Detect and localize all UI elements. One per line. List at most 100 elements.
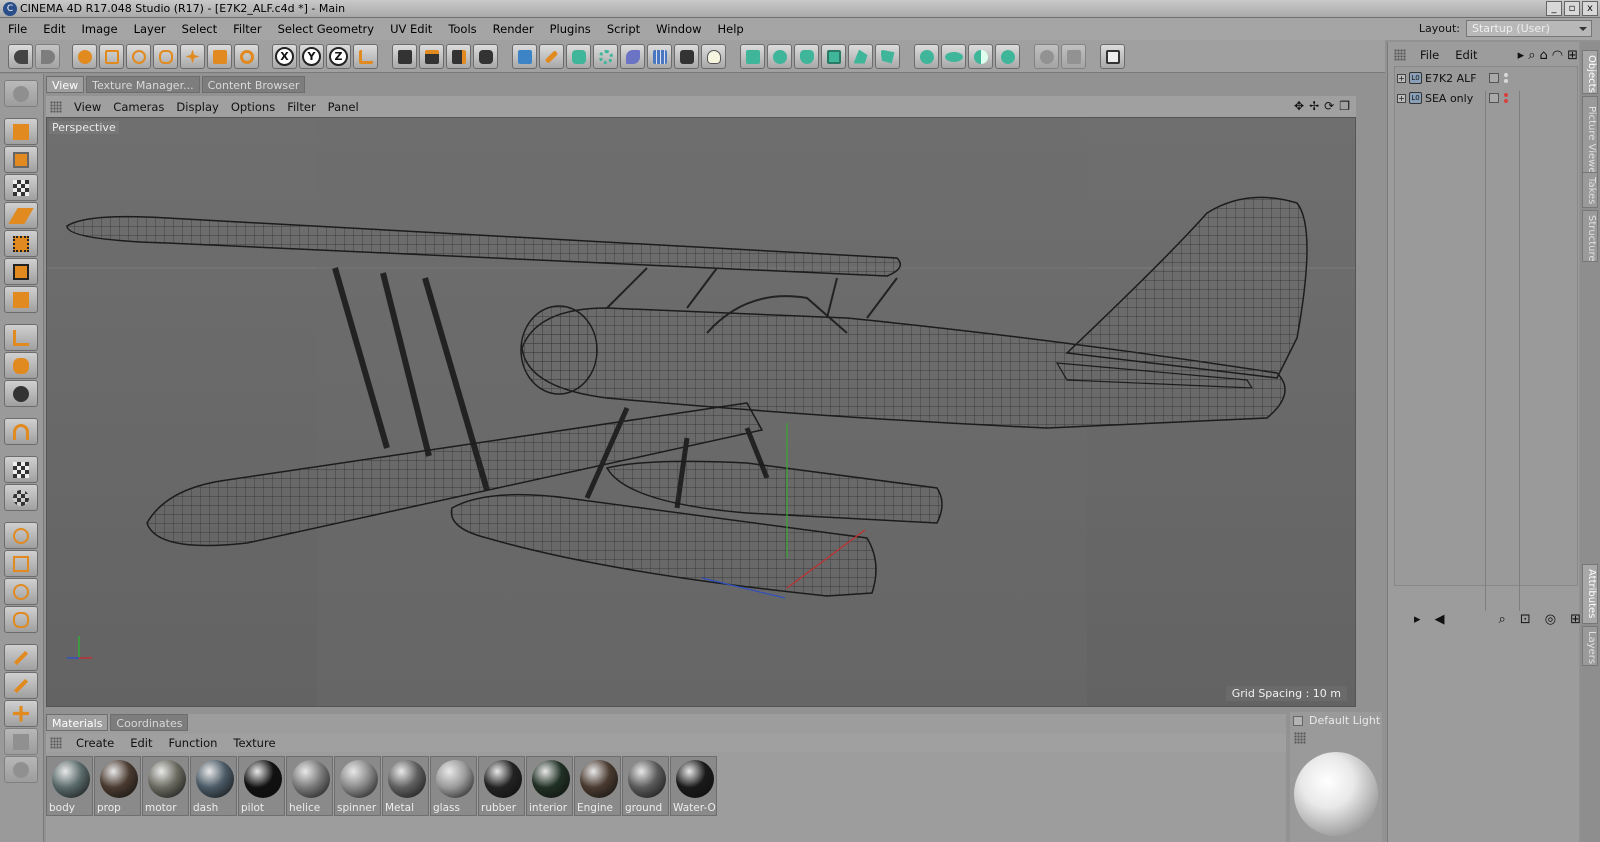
- tool-green-7-button[interactable]: [914, 44, 939, 69]
- move-tool-button[interactable]: [4, 700, 38, 727]
- menu-select[interactable]: Select: [174, 22, 225, 36]
- rotate-button[interactable]: [234, 44, 259, 69]
- left-lasso-select-button[interactable]: [4, 578, 38, 605]
- menu-render[interactable]: Render: [485, 22, 542, 36]
- editor-dot[interactable]: [1504, 93, 1508, 97]
- material-swatch[interactable]: motor: [142, 756, 189, 816]
- tool-green-2-button[interactable]: [767, 44, 792, 69]
- object-row[interactable]: + L0 E7K2 ALF: [1397, 69, 1477, 87]
- x-axis-toggle[interactable]: X: [272, 44, 297, 69]
- obj-menu-edit[interactable]: Edit: [1447, 48, 1485, 62]
- grip-icon[interactable]: [50, 100, 62, 113]
- snap-button[interactable]: [4, 418, 38, 445]
- menu-select-geometry[interactable]: Select Geometry: [270, 22, 382, 36]
- material-swatch[interactable]: Engine: [574, 756, 621, 816]
- zoom-icon[interactable]: ✢: [1309, 99, 1319, 113]
- texture-mode-button[interactable]: [4, 174, 38, 201]
- menu-edit[interactable]: Edit: [35, 22, 73, 36]
- side-tab-structure[interactable]: Structure: [1582, 210, 1598, 262]
- camera-button[interactable]: [674, 44, 699, 69]
- pen-spline-button[interactable]: [539, 44, 564, 69]
- edges-mode-button[interactable]: [4, 258, 38, 285]
- axis-mode-button[interactable]: [4, 324, 38, 351]
- material-swatch[interactable]: Water-O: [670, 756, 717, 816]
- tool-green-9-button[interactable]: [968, 44, 993, 69]
- menu-filter[interactable]: Filter: [225, 22, 269, 36]
- minimize-button[interactable]: _: [1546, 1, 1562, 16]
- points-mode-button[interactable]: [4, 230, 38, 257]
- render-dot[interactable]: [1504, 99, 1508, 103]
- disabled-tool-1-button[interactable]: [1034, 44, 1059, 69]
- material-swatch[interactable]: dash: [190, 756, 237, 816]
- light-button[interactable]: [701, 44, 726, 69]
- vp-menu-filter[interactable]: Filter: [281, 100, 321, 114]
- material-swatch[interactable]: pilot: [238, 756, 285, 816]
- vp-menu-cameras[interactable]: Cameras: [107, 100, 170, 114]
- mat-menu-function[interactable]: Function: [161, 736, 226, 750]
- tool-green-4-button[interactable]: [821, 44, 846, 69]
- workplane-lock-button[interactable]: [4, 456, 38, 483]
- left-poly-select-button[interactable]: [4, 606, 38, 633]
- vp-menu-view[interactable]: View: [68, 100, 107, 114]
- tool-green-5-button[interactable]: [848, 44, 873, 69]
- expand-toggle-icon[interactable]: +: [1397, 73, 1406, 83]
- expand-toggle-icon[interactable]: +: [1397, 93, 1406, 103]
- brush-button[interactable]: [4, 644, 38, 671]
- lasso-selection-button[interactable]: [126, 44, 151, 69]
- array-button[interactable]: [593, 44, 618, 69]
- locked-workplane-button[interactable]: [4, 484, 38, 511]
- vp-menu-panel[interactable]: Panel: [322, 100, 365, 114]
- floor-button[interactable]: [647, 44, 672, 69]
- default-light-checkbox[interactable]: [1293, 715, 1303, 726]
- tab-content-browser[interactable]: Content Browser: [201, 76, 306, 93]
- render-settings-button[interactable]: [473, 44, 498, 69]
- search-icon[interactable]: ⌕: [1528, 48, 1535, 63]
- cube-object-button[interactable]: [512, 44, 537, 69]
- render-view-button[interactable]: [392, 44, 417, 69]
- mat-menu-texture[interactable]: Texture: [225, 736, 283, 750]
- live-selection-button[interactable]: [72, 44, 97, 69]
- y-axis-toggle[interactable]: Y: [299, 44, 324, 69]
- visibility-toggle[interactable]: [1489, 73, 1499, 83]
- menu-image[interactable]: Image: [74, 22, 126, 36]
- side-tab-layers[interactable]: Layers: [1582, 626, 1598, 666]
- home-icon[interactable]: ⌂: [1539, 48, 1547, 63]
- new-window-icon[interactable]: ⊞: [1567, 48, 1578, 63]
- perspective-viewport[interactable]: Perspective Grid Spacing : 10 m: [46, 117, 1356, 707]
- menu-file[interactable]: File: [0, 22, 35, 36]
- tool-green-3-button[interactable]: [794, 44, 819, 69]
- fullscreen-button[interactable]: [1100, 44, 1125, 69]
- object-grip-icon[interactable]: [1394, 49, 1406, 61]
- maximize-button[interactable]: ▫: [1564, 1, 1580, 16]
- material-swatch[interactable]: interior: [526, 756, 573, 816]
- z-axis-toggle[interactable]: Z: [326, 44, 351, 69]
- polygons-mode-button[interactable]: [4, 286, 38, 313]
- tab-materials[interactable]: Materials: [46, 714, 109, 731]
- material-swatch[interactable]: ground: [622, 756, 669, 816]
- attr-arrow-icon[interactable]: ▸: [1414, 612, 1421, 627]
- render-dot[interactable]: [1504, 79, 1508, 83]
- side-tab-attributes[interactable]: Attributes: [1582, 564, 1598, 624]
- material-swatch[interactable]: rubber: [478, 756, 525, 816]
- menu-tools[interactable]: Tools: [440, 22, 484, 36]
- tool-green-1-button[interactable]: [740, 44, 765, 69]
- disabled-tool-2-button[interactable]: [1061, 44, 1086, 69]
- side-tab-objects[interactable]: Objects: [1582, 50, 1598, 94]
- coordinate-system-button[interactable]: [353, 44, 378, 69]
- disabled-left-1-button[interactable]: [4, 728, 38, 755]
- preview-grip-icon[interactable]: [1294, 732, 1306, 744]
- render-picture-viewer-button[interactable]: [419, 44, 444, 69]
- undo-button[interactable]: [8, 44, 33, 69]
- collapse-icon[interactable]: ◠: [1552, 48, 1563, 63]
- tab-view[interactable]: View: [46, 76, 85, 93]
- material-swatch[interactable]: spinner: [334, 756, 381, 816]
- vp-menu-display[interactable]: Display: [170, 100, 224, 114]
- tab-texture-manager[interactable]: Texture Manager...: [86, 76, 200, 93]
- object-row[interactable]: + L0 SEA only: [1397, 89, 1473, 107]
- left-live-select-button[interactable]: [4, 522, 38, 549]
- visibility-toggle[interactable]: [1489, 93, 1499, 103]
- tool-green-10-button[interactable]: [995, 44, 1020, 69]
- vp-menu-options[interactable]: Options: [225, 100, 281, 114]
- close-button[interactable]: x: [1582, 1, 1598, 16]
- material-swatch[interactable]: glass: [430, 756, 477, 816]
